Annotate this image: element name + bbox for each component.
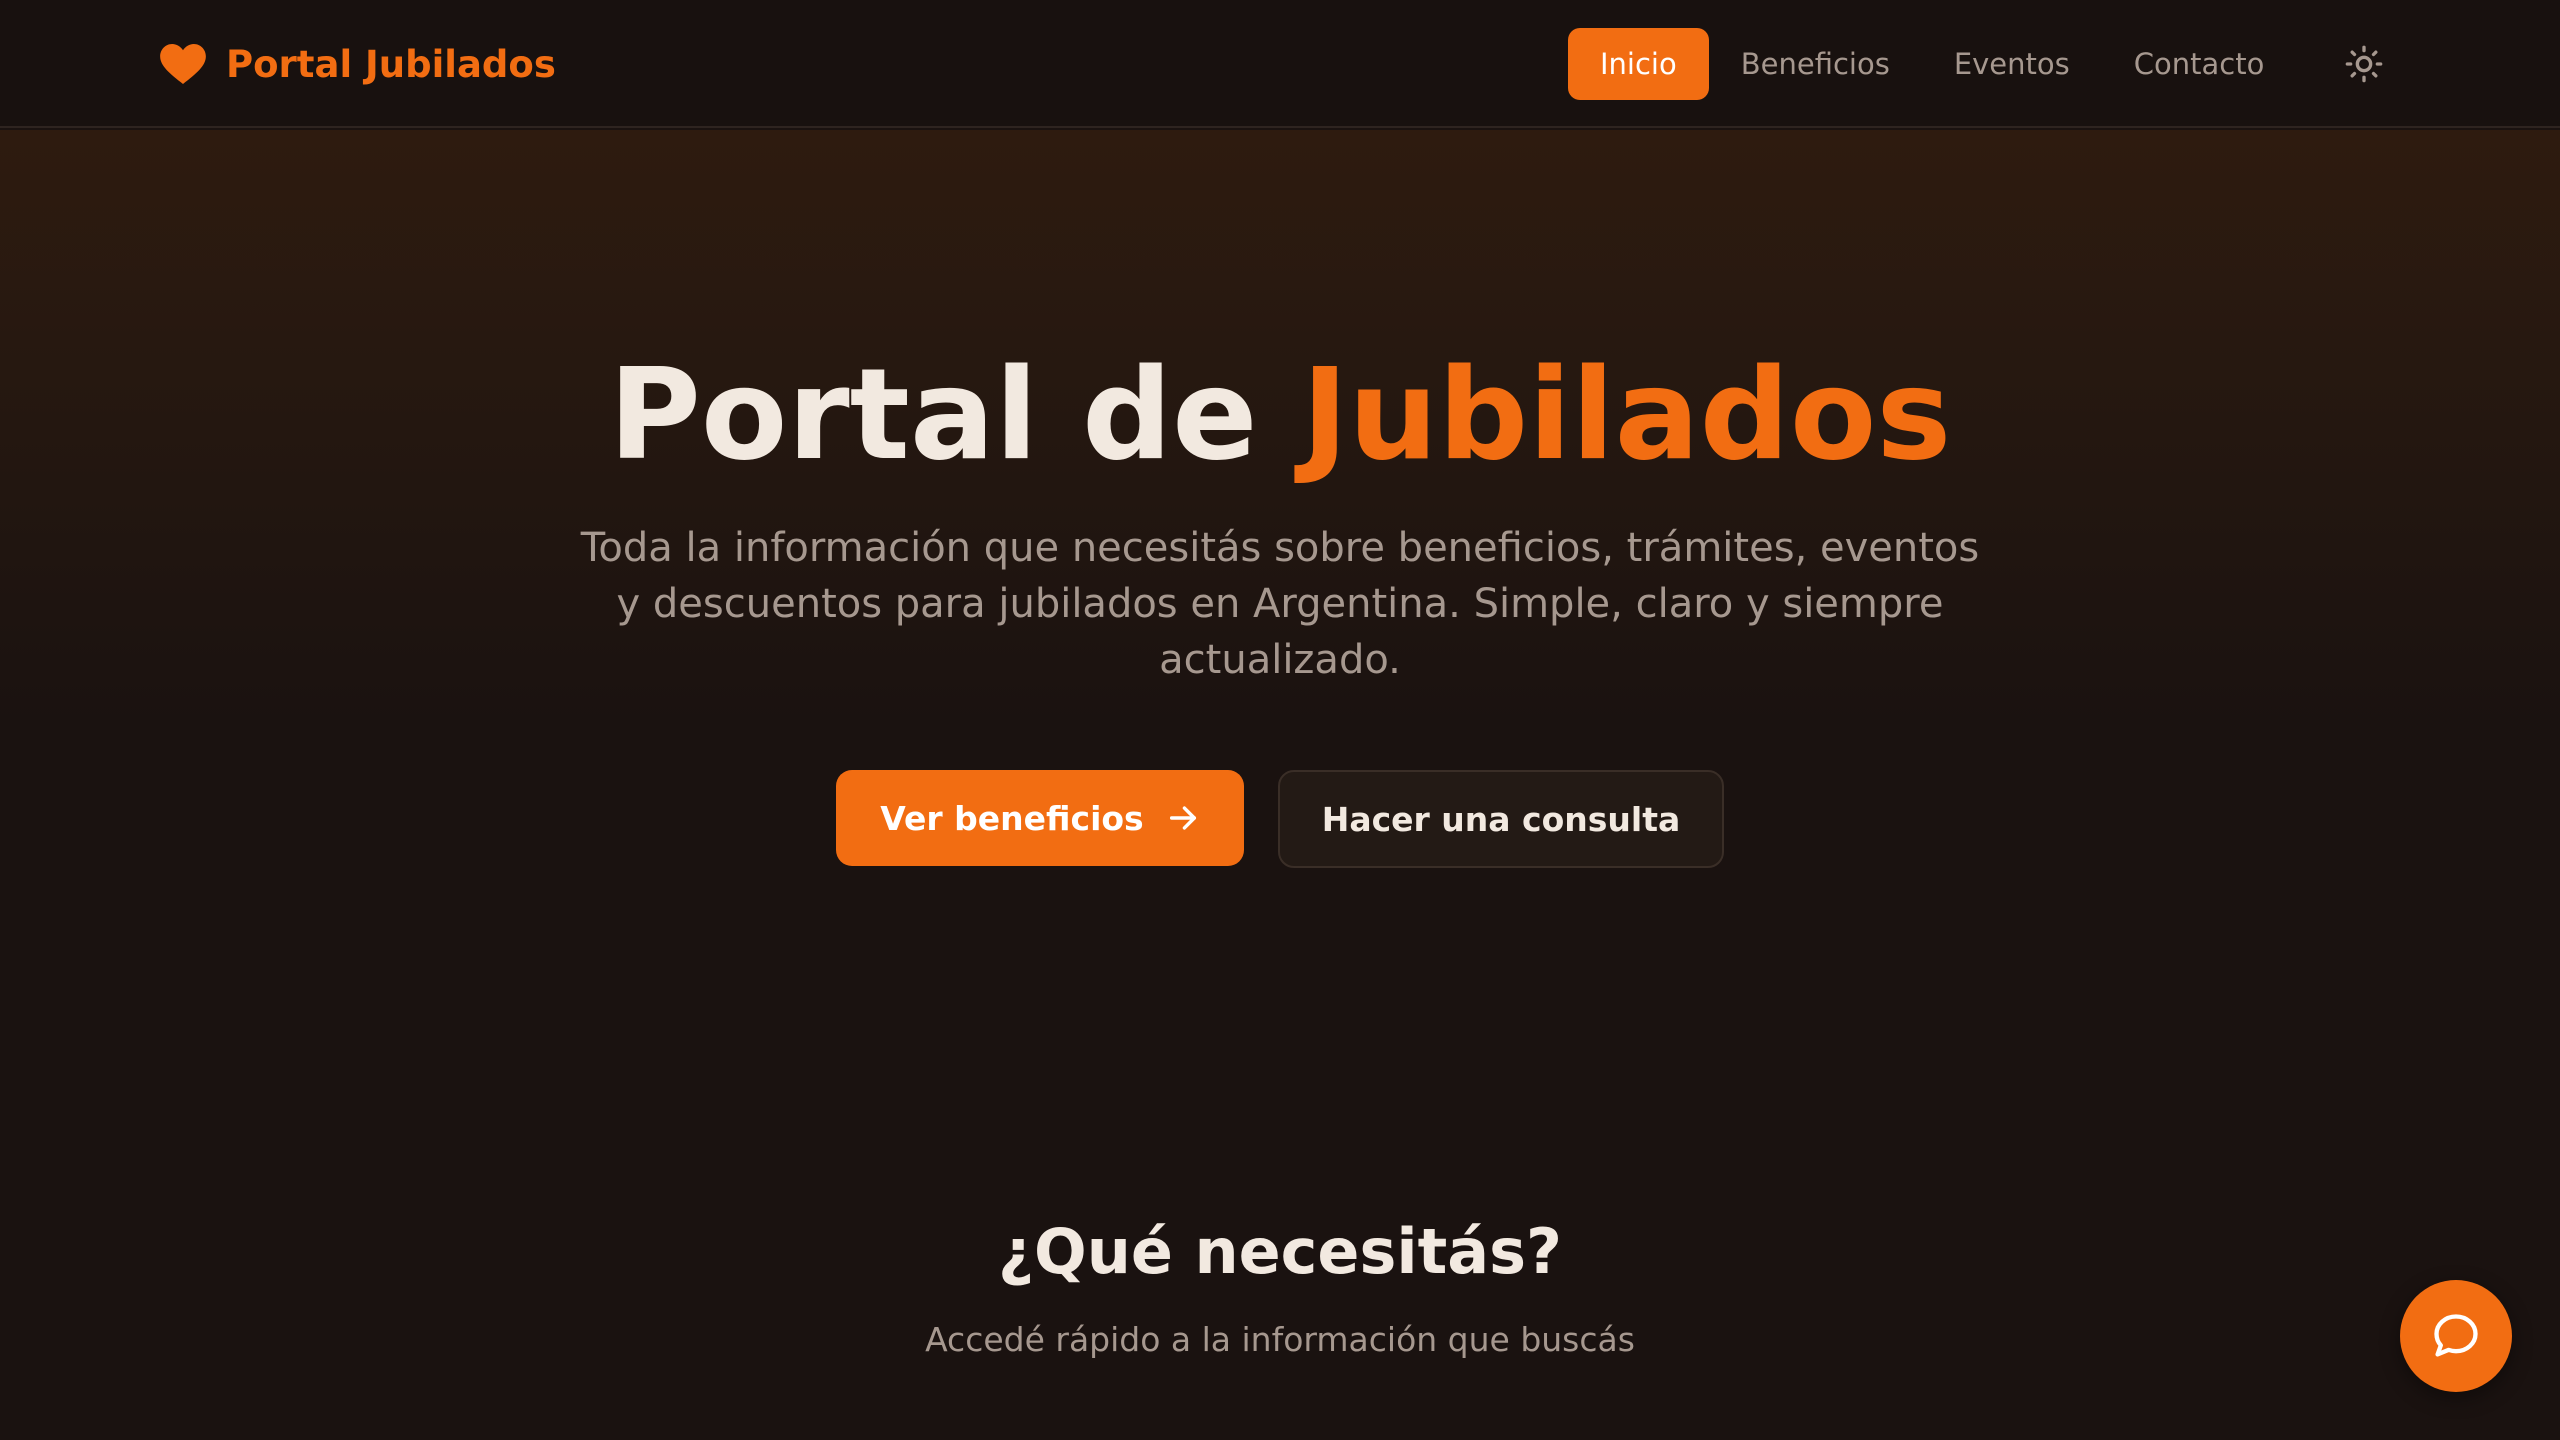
heart-icon (160, 44, 206, 84)
nav-item-inicio[interactable]: Inicio (1568, 28, 1709, 100)
nav-item-eventos[interactable]: Eventos (1922, 28, 2102, 100)
chat-button[interactable] (2400, 1280, 2512, 1392)
hero-title-prefix: Portal de (608, 341, 1302, 488)
hero-title-accent: Jubilados (1301, 341, 1952, 488)
sun-icon (2345, 45, 2383, 83)
brand-name: Portal Jubilados (226, 42, 556, 86)
section-subtitle: Accedé rápido a la información que buscá… (925, 1320, 1635, 1359)
brand-logo[interactable]: Portal Jubilados (160, 36, 556, 92)
nav-item-beneficios[interactable]: Beneficios (1709, 28, 1922, 100)
site-header: Portal Jubilados Inicio Beneficios Event… (0, 0, 2560, 128)
arrow-right-icon (1169, 806, 1196, 830)
section-title: ¿Qué necesitás? (998, 1215, 1562, 1288)
page: Portal Jubilados Inicio Beneficios Event… (0, 0, 2560, 1440)
hero-actions: Ver beneficios Hacer una consulta (0, 770, 2560, 868)
hacer-consulta-button[interactable]: Hacer una consulta (1278, 770, 1724, 868)
ver-beneficios-button[interactable]: Ver beneficios (836, 770, 1244, 866)
ver-beneficios-label: Ver beneficios (880, 798, 1144, 838)
hero-subtitle: Toda la información que necesitás sobre … (580, 525, 1980, 683)
hero-title: Portal de Jubilados (0, 340, 2560, 490)
nav-item-contacto[interactable]: Contacto (2102, 28, 2297, 100)
main-nav: Inicio Beneficios Eventos Contacto (1568, 28, 2296, 100)
chat-bubble-icon (2434, 1314, 2478, 1357)
theme-toggle-button[interactable] (2340, 40, 2388, 88)
